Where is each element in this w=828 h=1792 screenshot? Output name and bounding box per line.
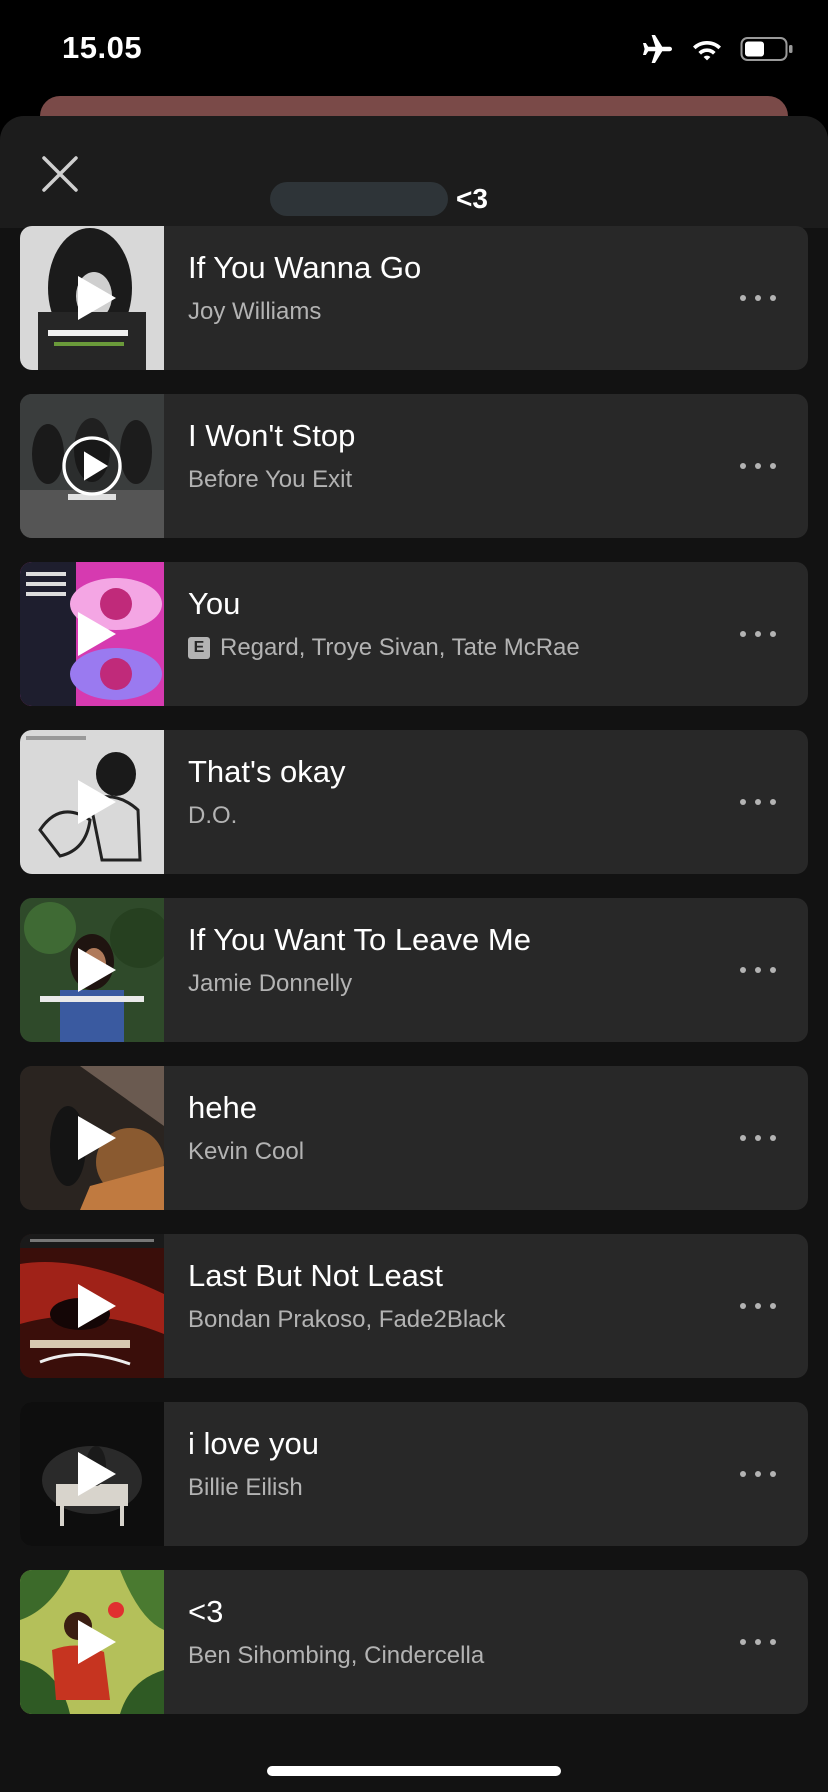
playlist-sheet: <3 If You Wanna Go Joy Williams I Won't … xyxy=(0,116,828,1792)
play-icon[interactable] xyxy=(72,944,120,996)
album-cover xyxy=(20,1234,164,1378)
track-title: hehe xyxy=(188,1090,257,1125)
artist-name: Bondan Prakoso, Fade2Black xyxy=(188,1306,506,1333)
track-artist: Kevin Cool xyxy=(188,1138,698,1166)
track-row[interactable]: hehe Kevin Cool xyxy=(20,1066,808,1210)
play-icon[interactable] xyxy=(72,1616,120,1668)
track-artist: Jamie Donnelly xyxy=(188,970,698,998)
more-options-icon[interactable] xyxy=(738,286,778,310)
artist-name: D.O. xyxy=(188,802,238,829)
track-title: Last But Not Least xyxy=(188,1258,444,1293)
play-icon[interactable] xyxy=(72,1448,120,1500)
artist-name: Before You Exit xyxy=(188,466,353,493)
track-artist: Joy Williams xyxy=(188,298,698,326)
track-artist: Billie Eilish xyxy=(188,1474,698,1502)
album-cover xyxy=(20,1570,164,1714)
track-title: i love you xyxy=(188,1426,319,1461)
track-artist: Ben Sihombing, Cindercella xyxy=(188,1642,698,1670)
artist-name: Ben Sihombing, Cindercella xyxy=(188,1642,485,1669)
track-row[interactable]: i love you Billie Eilish xyxy=(20,1402,808,1546)
playlist-title: <3 xyxy=(456,183,488,214)
track-artist: Before You Exit xyxy=(188,466,698,494)
track-title: That's okay xyxy=(188,754,346,789)
track-artist: E Regard, Troye Sivan, Tate McRae xyxy=(188,634,698,662)
album-cover xyxy=(20,1066,164,1210)
wifi-icon xyxy=(692,37,722,66)
artist-name: Joy Williams xyxy=(188,298,322,325)
airplane-icon xyxy=(642,34,674,69)
close-icon xyxy=(42,156,78,192)
album-cover xyxy=(20,226,164,370)
battery-icon xyxy=(740,36,794,67)
more-options-icon[interactable] xyxy=(738,958,778,982)
status-icons xyxy=(642,34,794,69)
track-row[interactable]: You E Regard, Troye Sivan, Tate McRae xyxy=(20,562,808,706)
status-bar: 15.05 xyxy=(0,0,828,100)
sheet-title: <3 xyxy=(270,182,488,216)
album-cover xyxy=(20,394,164,538)
track-row[interactable]: <3 Ben Sihombing, Cindercella xyxy=(20,1570,808,1714)
status-time: 15.05 xyxy=(62,30,143,65)
artist-name: Kevin Cool xyxy=(188,1138,305,1165)
artist-name: Regard, Troye Sivan, Tate McRae xyxy=(220,634,580,661)
play-icon[interactable] xyxy=(72,1280,120,1332)
home-indicator[interactable] xyxy=(267,1766,561,1776)
play-icon[interactable] xyxy=(72,272,120,324)
artist-name: Billie Eilish xyxy=(188,1474,303,1501)
album-cover xyxy=(20,562,164,706)
more-options-icon[interactable] xyxy=(738,1294,778,1318)
track-row[interactable]: If You Want To Leave Me Jamie Donnelly xyxy=(20,898,808,1042)
more-options-icon[interactable] xyxy=(738,1462,778,1486)
track-row[interactable]: Last But Not Least Bondan Prakoso, Fade2… xyxy=(20,1234,808,1378)
more-options-icon[interactable] xyxy=(738,622,778,646)
album-cover xyxy=(20,730,164,874)
more-options-icon[interactable] xyxy=(738,1126,778,1150)
more-options-icon[interactable] xyxy=(738,1630,778,1654)
album-cover xyxy=(20,898,164,1042)
sheet-header: <3 xyxy=(0,116,828,228)
track-title: You xyxy=(188,586,241,621)
track-row[interactable]: If You Wanna Go Joy Williams xyxy=(20,226,808,370)
close-button[interactable] xyxy=(38,152,82,196)
play-icon[interactable] xyxy=(72,776,120,828)
track-title: If You Want To Leave Me xyxy=(188,922,531,957)
redacted-name xyxy=(270,182,448,216)
more-options-icon[interactable] xyxy=(738,454,778,478)
album-cover xyxy=(20,1402,164,1546)
play-icon[interactable] xyxy=(72,1112,120,1164)
track-title: <3 xyxy=(188,1594,224,1629)
track-artist: Bondan Prakoso, Fade2Black xyxy=(188,1306,698,1334)
track-title: I Won't Stop xyxy=(188,418,356,453)
track-artist: D.O. xyxy=(188,802,698,830)
artist-name: Jamie Donnelly xyxy=(188,970,353,997)
track-title: If You Wanna Go xyxy=(188,250,422,285)
track-row[interactable]: I Won't Stop Before You Exit xyxy=(20,394,808,538)
play-icon[interactable] xyxy=(72,608,120,660)
more-options-icon[interactable] xyxy=(738,790,778,814)
track-row[interactable]: That's okay D.O. xyxy=(20,730,808,874)
play-circle-icon[interactable] xyxy=(60,434,124,498)
explicit-badge: E xyxy=(188,637,210,659)
